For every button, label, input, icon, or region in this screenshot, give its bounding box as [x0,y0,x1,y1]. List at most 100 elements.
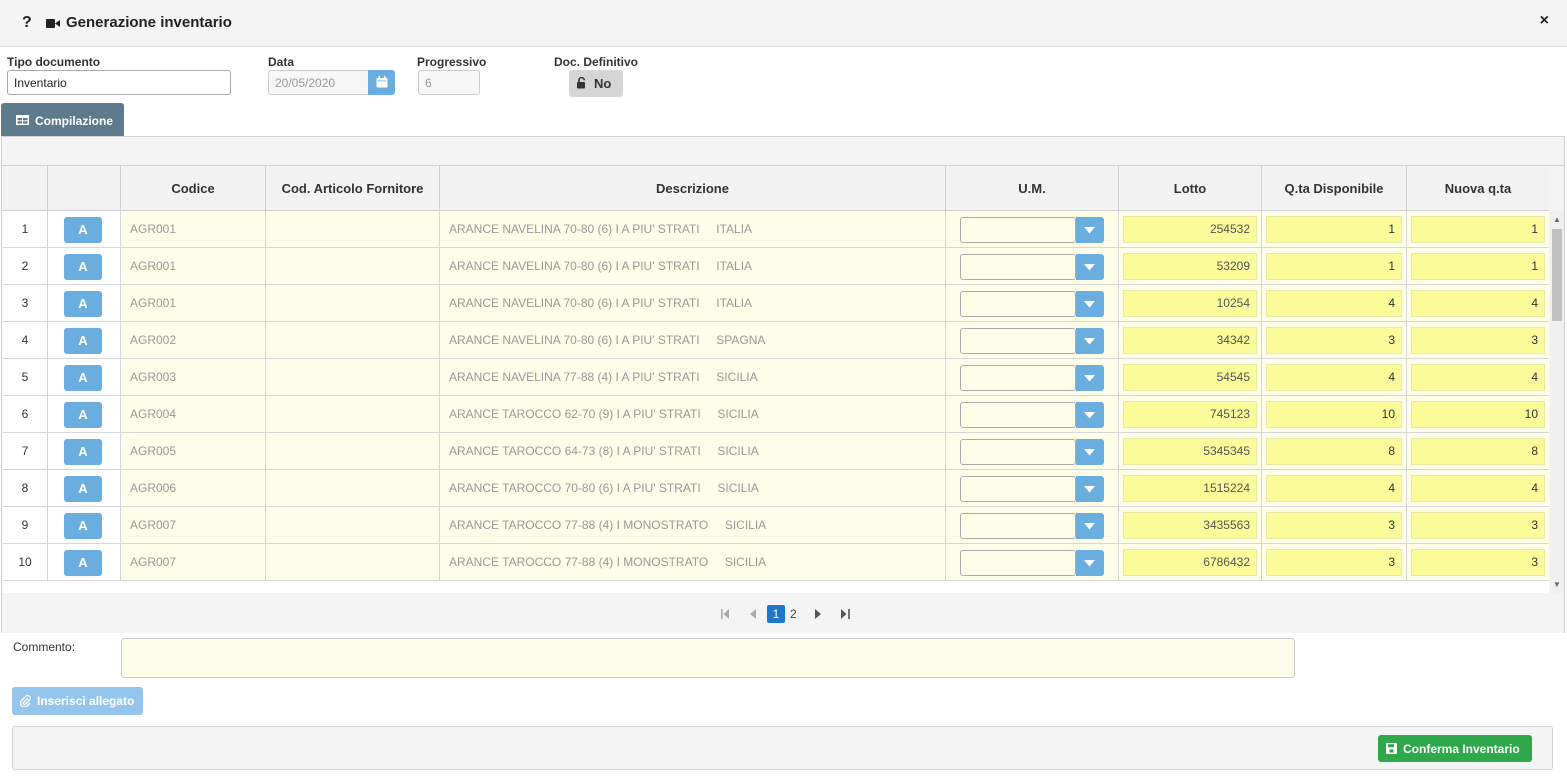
qta-disponibile-input[interactable]: 1 [1266,253,1402,280]
next-page-icon[interactable] [815,609,821,619]
cod-articolo-fornitore-cell[interactable] [266,248,440,284]
table-row[interactable]: 8 A AGR006 ARANCE TAROCCO 70-80 (6) I A PIU… [3,470,1549,507]
table-row[interactable]: 2 A AGR001 ARANCE NAVELINA 70-80 (6) I A PI… [3,248,1549,285]
nuova-qta-input[interactable]: 3 [1411,327,1545,354]
tipo-documento-field[interactable]: Inventario [7,70,231,95]
cod-articolo-fornitore-cell[interactable] [266,433,440,469]
row-a-button[interactable]: A [64,513,102,539]
codice-cell[interactable]: AGR001 [121,211,266,247]
um-dropdown-button[interactable] [1076,476,1104,502]
codice-cell[interactable]: AGR002 [121,322,266,358]
cod-articolo-fornitore-cell[interactable] [266,396,440,432]
descrizione-cell[interactable]: ARANCE TAROCCO 70-80 (6) I A PIU' STRATI… [440,470,946,506]
header-descrizione[interactable]: Descrizione [440,166,946,211]
qta-disponibile-input[interactable]: 8 [1266,438,1402,465]
descrizione-cell[interactable]: ARANCE TAROCCO 77-88 (4) I MONOSTRATO SI… [440,544,946,580]
lotto-input[interactable]: 3435563 [1123,512,1257,539]
cod-articolo-fornitore-cell[interactable] [266,359,440,395]
descrizione-cell[interactable]: ARANCE NAVELINA 70-80 (6) I A PIU' STRAT… [440,211,946,247]
codice-cell[interactable]: AGR001 [121,248,266,284]
descrizione-cell[interactable]: ARANCE TAROCCO 77-88 (4) I MONOSTRATO SI… [440,507,946,543]
qta-disponibile-input[interactable]: 4 [1266,475,1402,502]
table-row[interactable]: 4 A AGR002 ARANCE NAVELINA 70-80 (6) I A PI… [3,322,1549,359]
grid-scrollbar[interactable]: ▲ ▼ [1550,211,1564,593]
close-icon[interactable]: × [1540,12,1549,30]
cod-articolo-fornitore-cell[interactable] [266,322,440,358]
um-dropdown-button[interactable] [1076,439,1104,465]
qta-disponibile-input[interactable]: 4 [1266,290,1402,317]
header-codice[interactable]: Codice [121,166,266,211]
last-page-icon[interactable] [841,609,850,619]
scroll-down-icon[interactable]: ▼ [1553,580,1561,589]
nuova-qta-input[interactable]: 3 [1411,549,1545,576]
scroll-up-icon[interactable]: ▲ [1553,215,1561,224]
um-dropdown-button[interactable] [1076,513,1104,539]
descrizione-cell[interactable]: ARANCE NAVELINA 70-80 (6) I A PIU' STRAT… [440,285,946,321]
qta-disponibile-input[interactable]: 3 [1266,327,1402,354]
help-icon[interactable]: ? [22,14,32,32]
qta-disponibile-input[interactable]: 10 [1266,401,1402,428]
um-dropdown-button[interactable] [1076,365,1104,391]
nuova-qta-input[interactable]: 1 [1411,253,1545,280]
nuova-qta-input[interactable]: 4 [1411,475,1545,502]
row-a-button[interactable]: A [64,550,102,576]
prev-page-icon[interactable] [750,609,756,619]
um-select[interactable] [960,513,1076,539]
progressivo-field[interactable]: 6 [418,70,480,95]
cod-articolo-fornitore-cell[interactable] [266,285,440,321]
header-lotto[interactable]: Lotto [1119,166,1262,211]
commento-input[interactable] [121,638,1295,678]
descrizione-cell[interactable]: ARANCE NAVELINA 70-80 (6) I A PIU' STRAT… [440,322,946,358]
header-cod-articolo-fornitore[interactable]: Cod. Articolo Fornitore [266,166,440,211]
descrizione-cell[interactable]: ARANCE NAVELINA 77-88 (4) I A PIU' STRAT… [440,359,946,395]
codice-cell[interactable]: AGR001 [121,285,266,321]
codice-cell[interactable]: AGR004 [121,396,266,432]
header-um[interactable]: U.M. [946,166,1119,211]
header-qta-disponibile[interactable]: Q.ta Disponibile [1262,166,1407,211]
cod-articolo-fornitore-cell[interactable] [266,507,440,543]
row-a-button[interactable]: A [64,291,102,317]
row-a-button[interactable]: A [64,254,102,280]
descrizione-cell[interactable]: ARANCE NAVELINA 70-80 (6) I A PIU' STRAT… [440,248,946,284]
codice-cell[interactable]: AGR003 [121,359,266,395]
row-a-button[interactable]: A [64,439,102,465]
conferma-inventario-button[interactable]: Conferma Inventario [1378,735,1532,762]
um-select[interactable] [960,365,1076,391]
table-row[interactable]: 1 A AGR001 ARANCE NAVELINA 70-80 (6) I A PI… [3,211,1549,248]
lotto-input[interactable]: 54545 [1123,364,1257,391]
descrizione-cell[interactable]: ARANCE TAROCCO 62-70 (9) I A PIU' STRATI… [440,396,946,432]
page-current[interactable]: 1 [767,605,785,623]
um-dropdown-button[interactable] [1076,550,1104,576]
lotto-input[interactable]: 10254 [1123,290,1257,317]
um-dropdown-button[interactable] [1076,254,1104,280]
qta-disponibile-input[interactable]: 1 [1266,216,1402,243]
qta-disponibile-input[interactable]: 4 [1266,364,1402,391]
codice-cell[interactable]: AGR005 [121,433,266,469]
lotto-input[interactable]: 6786432 [1123,549,1257,576]
row-a-button[interactable]: A [64,365,102,391]
nuova-qta-input[interactable]: 8 [1411,438,1545,465]
um-select[interactable] [960,476,1076,502]
um-dropdown-button[interactable] [1076,291,1104,317]
qta-disponibile-input[interactable]: 3 [1266,549,1402,576]
codice-cell[interactable]: AGR007 [121,507,266,543]
page-two[interactable]: 2 [790,607,797,621]
scrollbar-thumb[interactable] [1552,229,1562,321]
cod-articolo-fornitore-cell[interactable] [266,470,440,506]
nuova-qta-input[interactable]: 3 [1411,512,1545,539]
first-page-icon[interactable] [721,609,730,619]
table-row[interactable]: 6 A AGR004 ARANCE TAROCCO 62-70 (9) I A PIU… [3,396,1549,433]
table-row[interactable]: 5 A AGR003 ARANCE NAVELINA 77-88 (4) I A PI… [3,359,1549,396]
um-select[interactable] [960,439,1076,465]
um-dropdown-button[interactable] [1076,402,1104,428]
um-select[interactable] [960,217,1076,243]
calendar-button[interactable] [368,70,395,95]
qta-disponibile-input[interactable]: 3 [1266,512,1402,539]
inserisci-allegato-button[interactable]: Inserisci allegato [12,687,143,715]
row-a-button[interactable]: A [64,476,102,502]
codice-cell[interactable]: AGR007 [121,544,266,580]
table-row[interactable]: 10 A AGR007 ARANCE TAROCCO 77-88 (4) I MONO… [3,544,1549,581]
cod-articolo-fornitore-cell[interactable] [266,544,440,580]
lotto-input[interactable]: 5345345 [1123,438,1257,465]
tab-compilazione[interactable]: Compilazione [1,103,124,137]
